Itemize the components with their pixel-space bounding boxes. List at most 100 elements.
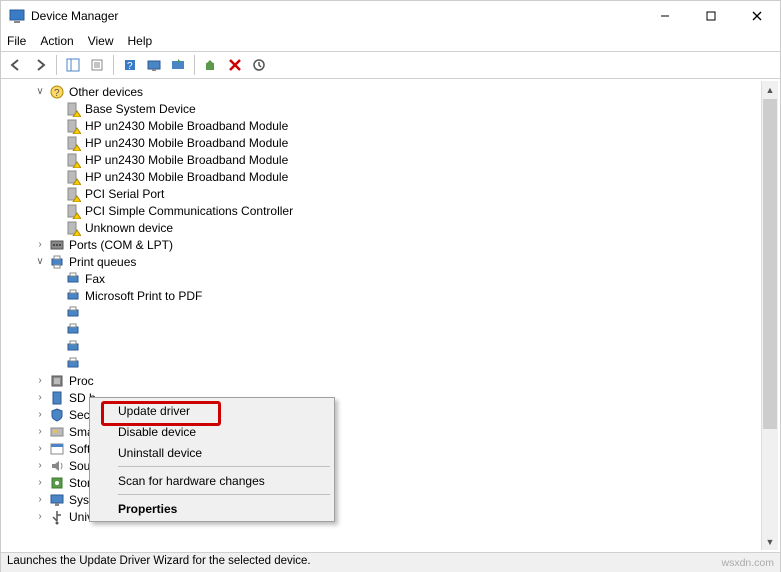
vertical-scrollbar[interactable]: ▲ ▼ xyxy=(761,81,778,550)
menu-action[interactable]: Action xyxy=(40,34,73,48)
tree-node-processors[interactable]: › Proc xyxy=(15,372,780,389)
close-button[interactable] xyxy=(734,1,780,31)
watermark: wsxdn.com xyxy=(721,557,774,569)
show-hide-tree-button[interactable] xyxy=(62,54,84,76)
svg-text:?: ? xyxy=(127,61,133,72)
help-button[interactable]: ? xyxy=(119,54,141,76)
expand-icon[interactable]: › xyxy=(33,391,47,405)
expand-icon[interactable]: › xyxy=(33,374,47,388)
menu-file[interactable]: File xyxy=(7,34,26,48)
scrollbar-thumb[interactable] xyxy=(763,99,777,429)
context-menu-properties[interactable]: Properties xyxy=(92,498,332,519)
scroll-down-button[interactable]: ▼ xyxy=(762,533,778,550)
context-menu-update-driver[interactable]: Update driver xyxy=(92,400,332,421)
expand-icon[interactable]: › xyxy=(33,510,47,524)
update-driver-button[interactable] xyxy=(167,54,189,76)
warning-device-icon xyxy=(65,169,81,185)
printer-icon xyxy=(65,288,81,304)
expand-icon[interactable]: › xyxy=(33,476,47,490)
tree-label: Base System Device xyxy=(85,102,196,116)
printer-icon xyxy=(65,305,81,321)
printer-icon xyxy=(65,322,81,338)
tree-view[interactable]: ∨ ? Other devices Base System Device HP … xyxy=(1,79,780,553)
context-menu-separator xyxy=(118,494,330,495)
tree-item[interactable]: HP un2430 Mobile Broadband Module xyxy=(15,134,780,151)
tree-item[interactable]: HP un2430 Mobile Broadband Module xyxy=(15,117,780,134)
expand-icon[interactable]: › xyxy=(33,408,47,422)
window-title: Device Manager xyxy=(31,9,642,23)
context-menu-uninstall-device[interactable]: Uninstall device xyxy=(92,442,332,463)
scan-hardware-button[interactable] xyxy=(143,54,165,76)
tree-label: PCI Serial Port xyxy=(85,187,164,201)
tree-item[interactable]: PCI Serial Port xyxy=(15,185,780,202)
sound-icon xyxy=(49,458,65,474)
tree-item[interactable] xyxy=(15,321,780,338)
card-reader-icon xyxy=(49,424,65,440)
toolbar-separator xyxy=(194,55,195,75)
context-menu-disable-device[interactable]: Disable device xyxy=(92,421,332,442)
window-controls xyxy=(642,1,780,31)
disable-device-button[interactable] xyxy=(248,54,270,76)
tree-label: PCI Simple Communications Controller xyxy=(85,204,293,218)
expand-icon[interactable]: › xyxy=(33,238,47,252)
statusbar-text: Launches the Update Driver Wizard for th… xyxy=(7,555,311,567)
tree-item-print-to-pdf[interactable]: Microsoft Print to PDF xyxy=(15,287,780,304)
forward-button[interactable] xyxy=(29,54,51,76)
menubar: File Action View Help xyxy=(1,31,780,51)
properties-button[interactable] xyxy=(86,54,108,76)
tree-item[interactable]: HP un2430 Mobile Broadband Module xyxy=(15,151,780,168)
tree-item[interactable] xyxy=(15,338,780,355)
menu-view[interactable]: View xyxy=(88,34,114,48)
printer-icon xyxy=(65,339,81,355)
minimize-button[interactable] xyxy=(642,1,688,31)
warning-device-icon xyxy=(65,220,81,236)
svg-text:?: ? xyxy=(54,88,60,99)
tree-label: HP un2430 Mobile Broadband Module xyxy=(85,119,288,133)
warning-device-icon xyxy=(65,135,81,151)
tree-label: Fax xyxy=(85,272,105,286)
toolbar-separator xyxy=(56,55,57,75)
expand-icon[interactable]: › xyxy=(33,442,47,456)
tree-item[interactable]: HP un2430 Mobile Broadband Module xyxy=(15,168,780,185)
statusbar: Launches the Update Driver Wizard for th… xyxy=(1,553,780,572)
tree-label: HP un2430 Mobile Broadband Module xyxy=(85,153,288,167)
expand-icon[interactable]: › xyxy=(33,493,47,507)
printer-icon xyxy=(49,254,65,270)
scroll-up-button[interactable]: ▲ xyxy=(762,81,778,98)
context-menu-scan-hardware[interactable]: Scan for hardware changes xyxy=(92,470,332,491)
tree-node-ports[interactable]: › Ports (COM & LPT) xyxy=(15,236,780,253)
tree-label: HP un2430 Mobile Broadband Module xyxy=(85,170,288,184)
collapse-icon[interactable]: ∨ xyxy=(33,255,47,269)
warning-device-icon xyxy=(65,186,81,202)
enable-device-button[interactable] xyxy=(200,54,222,76)
tree-label: Proc xyxy=(69,374,94,388)
toolbar: ? xyxy=(1,51,780,79)
tree-label: Ports (COM & LPT) xyxy=(69,238,173,252)
ports-icon xyxy=(49,237,65,253)
uninstall-device-button[interactable] xyxy=(224,54,246,76)
tree-item[interactable]: Base System Device xyxy=(15,100,780,117)
printer-icon xyxy=(65,271,81,287)
storage-icon xyxy=(49,475,65,491)
tree-item-fax[interactable]: Fax xyxy=(15,270,780,287)
question-icon: ? xyxy=(49,84,65,100)
system-icon xyxy=(49,492,65,508)
tree-item[interactable] xyxy=(15,355,780,372)
menu-help[interactable]: Help xyxy=(128,34,153,48)
tree-node-other-devices[interactable]: ∨ ? Other devices xyxy=(15,83,780,100)
toolbar-separator xyxy=(113,55,114,75)
tree-item[interactable]: Unknown device xyxy=(15,219,780,236)
software-icon xyxy=(49,441,65,457)
tree-item[interactable]: PCI Simple Communications Controller xyxy=(15,202,780,219)
printer-icon xyxy=(65,356,81,372)
back-button[interactable] xyxy=(5,54,27,76)
expand-icon[interactable]: › xyxy=(33,459,47,473)
tree-label: Unknown device xyxy=(85,221,173,235)
tree-item[interactable] xyxy=(15,304,780,321)
titlebar: Device Manager xyxy=(1,1,780,31)
expand-icon[interactable]: › xyxy=(33,425,47,439)
collapse-icon[interactable]: ∨ xyxy=(33,85,47,99)
tree-node-print-queues[interactable]: ∨ Print queues xyxy=(15,253,780,270)
sd-icon xyxy=(49,390,65,406)
maximize-button[interactable] xyxy=(688,1,734,31)
